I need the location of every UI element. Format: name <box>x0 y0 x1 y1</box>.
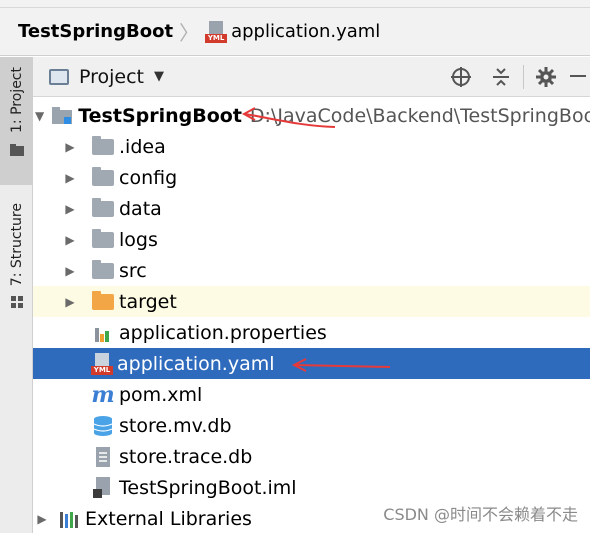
annotation-overlay <box>241 107 391 372</box>
annotation-arrow-icon <box>291 358 391 372</box>
watermark: CSDN @时间不会赖着不走 <box>383 505 578 524</box>
annotation-arrow-icon <box>241 107 336 128</box>
